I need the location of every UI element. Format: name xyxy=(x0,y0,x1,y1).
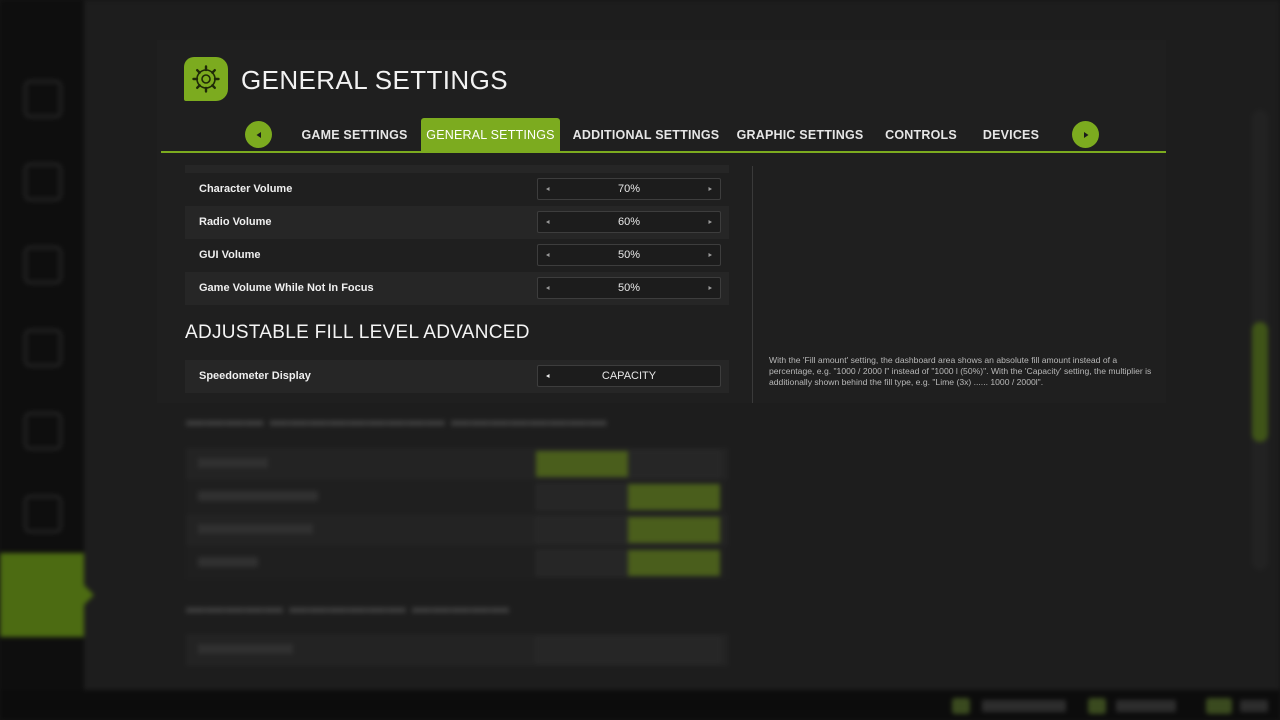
character-volume-selector[interactable]: 70% xyxy=(537,178,721,200)
chevron-left-icon[interactable] xyxy=(539,212,557,232)
background-heading: ▬▬▬▬ ▬▬▬▬▬▬▬▬▬ ▬▬▬▬▬▬▬▬ xyxy=(186,410,608,431)
setting-row-radio-volume: Radio Volume 60% xyxy=(185,206,729,239)
radio-volume-selector[interactable]: 60% xyxy=(537,211,721,233)
chevron-left-icon[interactable] xyxy=(539,278,557,298)
background-footer-item xyxy=(1116,700,1176,712)
setting-label: Speedometer Display xyxy=(199,370,311,382)
setting-row-gui-volume: GUI Volume 50% xyxy=(185,239,729,272)
arrow-left-icon xyxy=(256,131,261,138)
background-footer-key xyxy=(1088,698,1106,714)
selector-value: 50% xyxy=(617,282,641,294)
setting-row-character-volume: Character Volume 70% xyxy=(185,173,729,206)
chevron-left-icon[interactable] xyxy=(539,245,557,265)
background-sidebar-icon xyxy=(24,495,62,533)
general-settings-dialog: GENERAL SETTINGS GAME SETTINGS GENERAL S… xyxy=(157,40,1166,403)
tab-next-button[interactable] xyxy=(1072,121,1099,148)
tab-graphic-settings[interactable]: GRAPHIC SETTINGS xyxy=(735,118,865,152)
background-sidebar-icon xyxy=(24,412,62,450)
chevron-left-icon[interactable] xyxy=(539,179,557,199)
setting-row-game-volume-not-in-focus: Game Volume While Not In Focus 50% xyxy=(185,272,729,305)
background-footer-item xyxy=(1240,700,1268,712)
background-sidebar-icon xyxy=(24,246,62,284)
background-row xyxy=(186,514,728,546)
setting-label: Game Volume While Not In Focus xyxy=(199,282,374,294)
setting-label: GUI Volume xyxy=(199,249,261,261)
background-row xyxy=(186,634,728,666)
background-row xyxy=(186,547,728,579)
speedometer-display-selector[interactable]: CAPACITY xyxy=(537,365,721,387)
background-footer-key xyxy=(952,698,970,714)
background-sidebar-active xyxy=(0,553,94,637)
tab-prev-button[interactable] xyxy=(245,121,272,148)
panel-divider xyxy=(752,166,753,403)
selector-value: 70% xyxy=(617,183,641,195)
background-footer-item xyxy=(982,700,1066,712)
selector-value: CAPACITY xyxy=(601,370,657,382)
gear-icon xyxy=(184,57,228,101)
background-sidebar-icon xyxy=(24,163,62,201)
background-sidebar-icon xyxy=(24,329,62,367)
game-volume-not-in-focus-selector[interactable]: 50% xyxy=(537,277,721,299)
tab-underline xyxy=(161,151,1166,153)
background-row xyxy=(186,481,728,513)
tab-additional-settings[interactable]: ADDITIONAL SETTINGS xyxy=(571,118,721,152)
chevron-right-icon[interactable] xyxy=(701,212,719,232)
chevron-right-icon[interactable] xyxy=(701,245,719,265)
arrow-right-icon xyxy=(1083,131,1088,138)
selector-value: 60% xyxy=(617,216,641,228)
tab-devices[interactable]: DEVICES xyxy=(979,118,1043,152)
chevron-left-icon[interactable] xyxy=(539,366,557,386)
tab-controls[interactable]: CONTROLS xyxy=(879,118,963,152)
setting-label: Character Volume xyxy=(199,183,293,195)
section-heading: ADJUSTABLE FILL LEVEL ADVANCED xyxy=(185,322,530,343)
background-footer-key xyxy=(1206,698,1232,714)
background-scrollbar-thumb xyxy=(1252,322,1268,442)
settings-list-top xyxy=(185,165,729,173)
background-heading: ▬▬▬▬▬ ▬▬▬▬▬▬ ▬▬▬▬▬ xyxy=(186,597,510,618)
tab-bar: GAME SETTINGS GENERAL SETTINGS ADDITIONA… xyxy=(157,118,1166,152)
chevron-right-icon[interactable] xyxy=(701,278,719,298)
background-row xyxy=(186,448,728,480)
setting-description: With the 'Fill amount' setting, the dash… xyxy=(769,355,1152,387)
setting-row-speedometer-display: Speedometer Display CAPACITY xyxy=(185,360,729,393)
chevron-right-icon[interactable] xyxy=(701,179,719,199)
selector-value: 50% xyxy=(617,249,641,261)
setting-label: Radio Volume xyxy=(199,216,272,228)
tab-game-settings[interactable]: GAME SETTINGS xyxy=(297,118,412,152)
gui-volume-selector[interactable]: 50% xyxy=(537,244,721,266)
page-title: GENERAL SETTINGS xyxy=(241,65,508,95)
background-sidebar-icon xyxy=(24,80,62,118)
tab-general-settings[interactable]: GENERAL SETTINGS xyxy=(421,118,560,152)
